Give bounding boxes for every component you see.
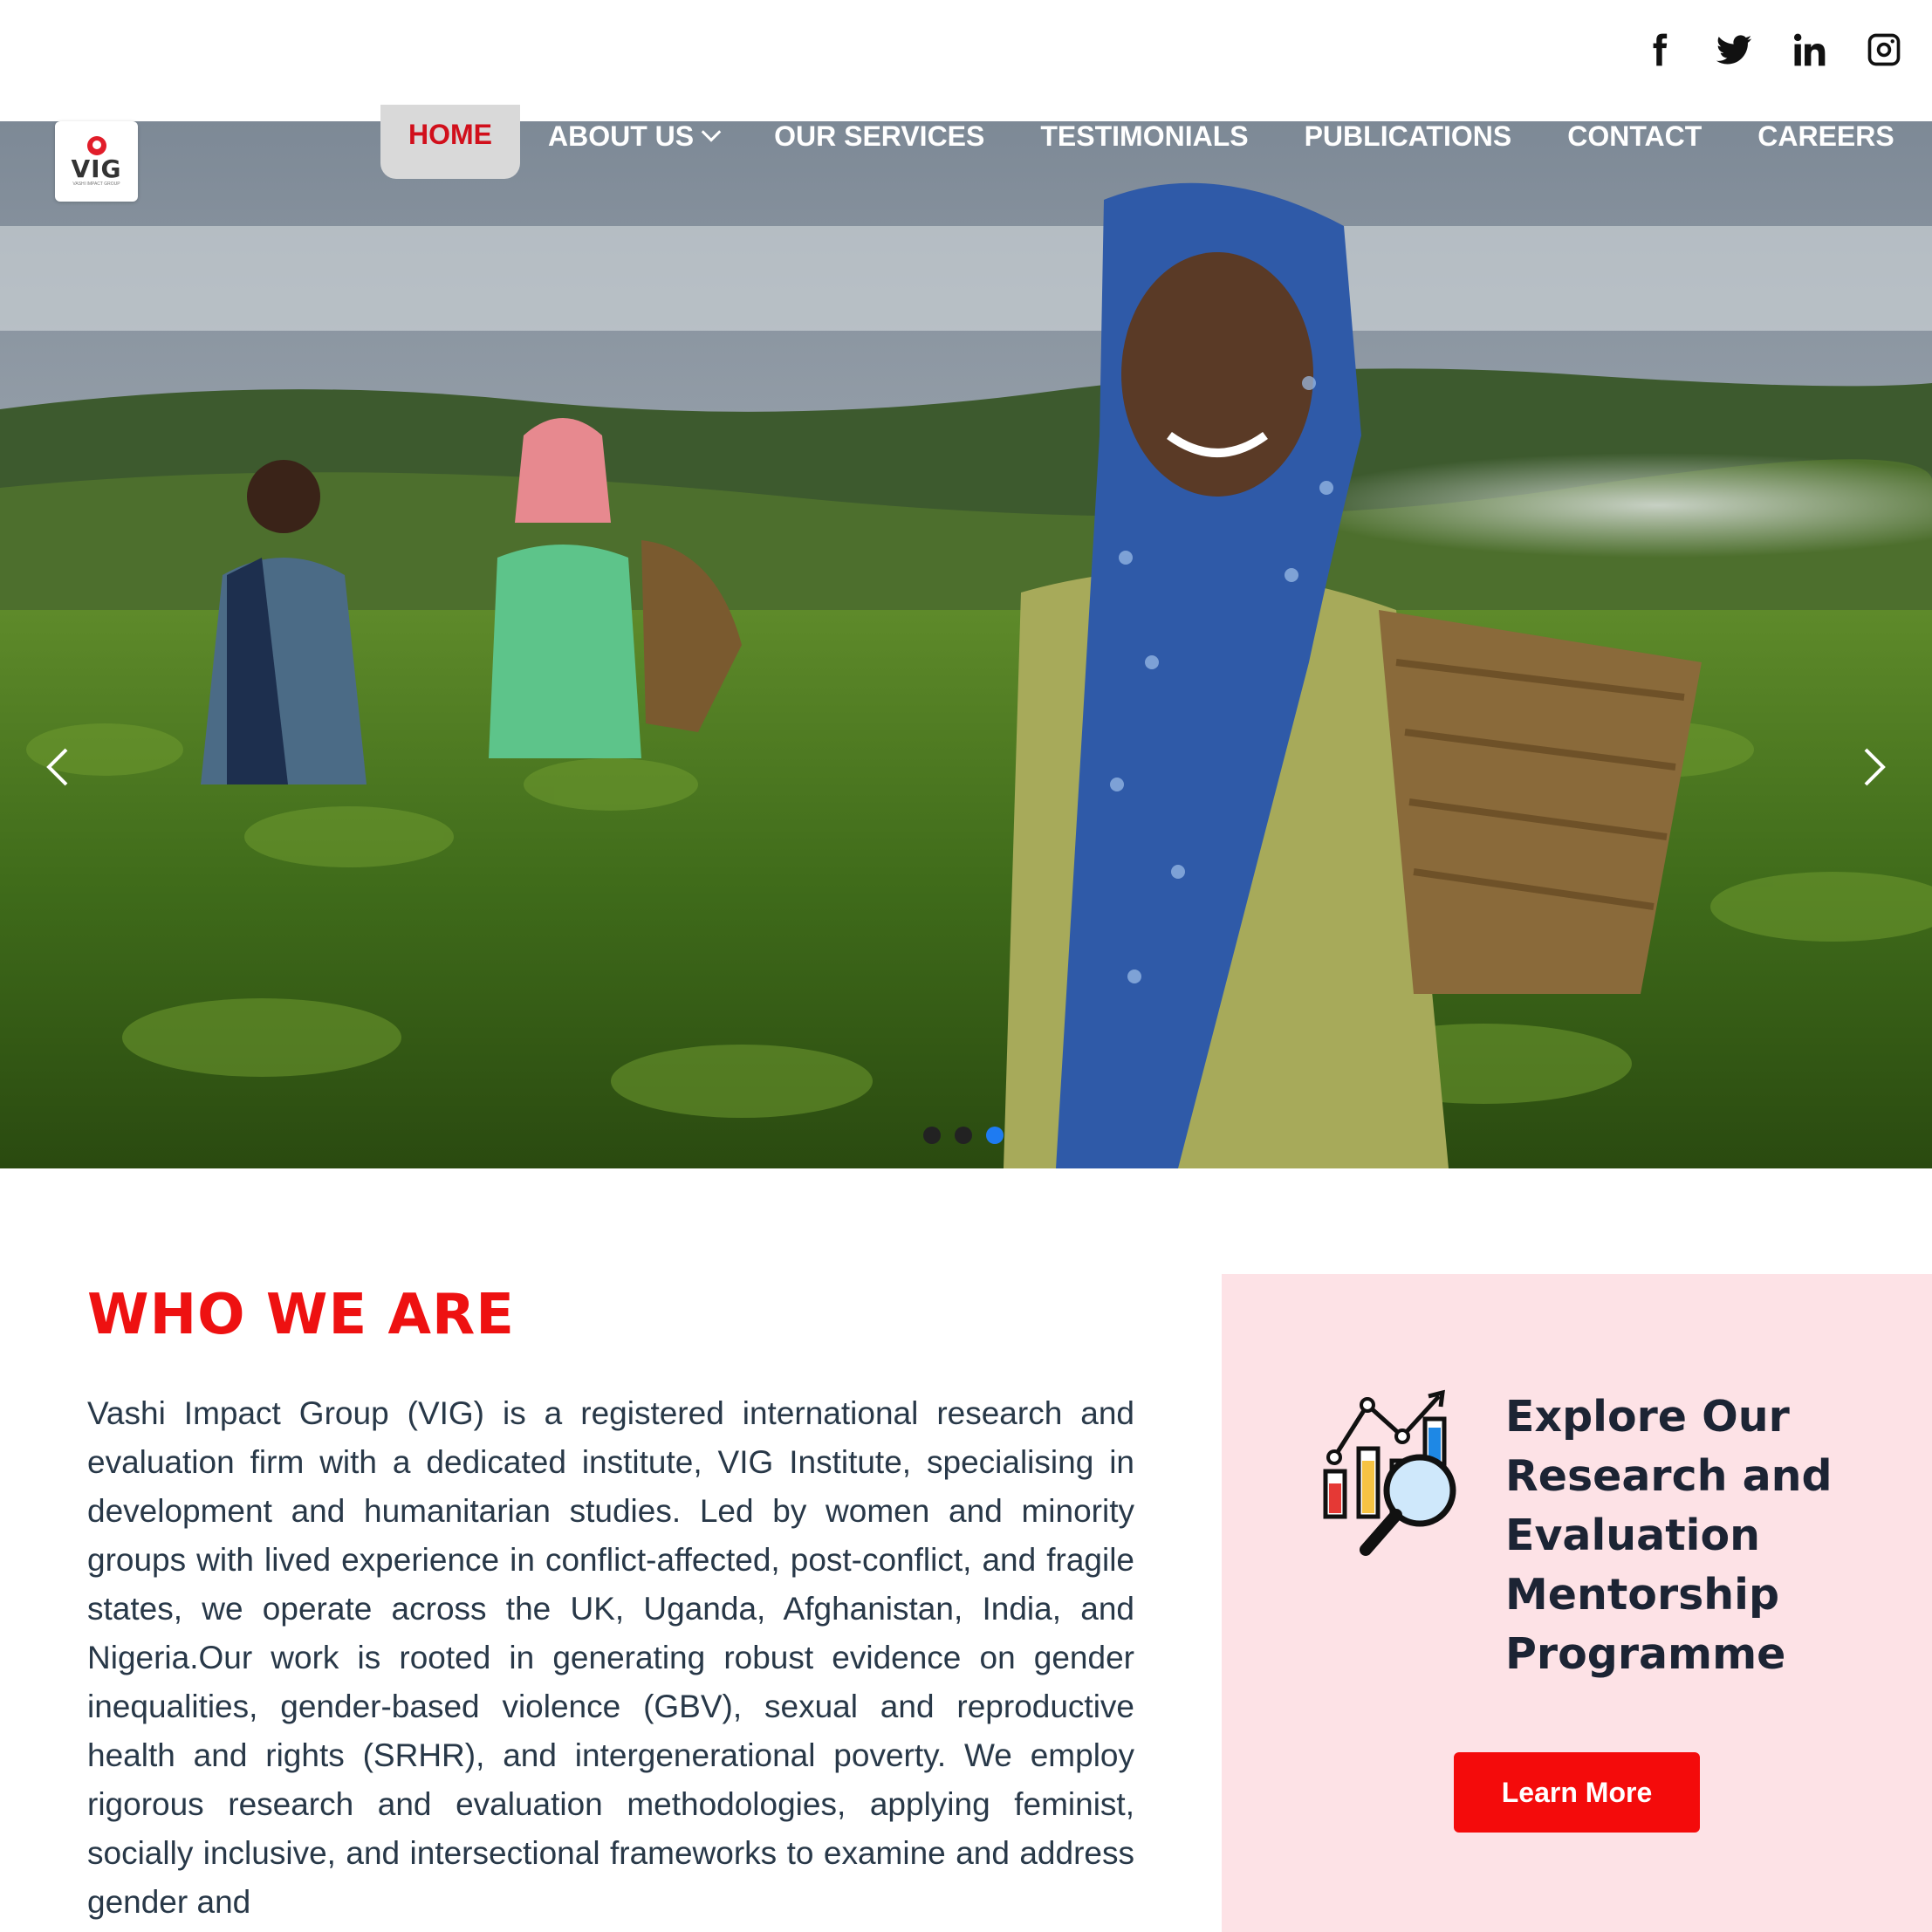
nav-about-us[interactable]: ABOUT US — [520, 105, 746, 170]
logo-mark-icon — [86, 136, 106, 155]
who-we-are-heading: WHO WE ARE — [87, 1283, 515, 1347]
mentorship-card: Explore Our Research and Evaluation Ment… — [1222, 1274, 1932, 1932]
who-we-are-body: Vashi Impact Group (VIG) is a registered… — [87, 1395, 1134, 1920]
site-logo[interactable]: VIG VASHI IMPACT GROUP — [55, 121, 138, 202]
who-we-are-section: WHO WE ARE Vashi Impact Group (VIG) is a… — [87, 1283, 1134, 1927]
twitter-icon[interactable] — [1714, 30, 1754, 70]
nav-about-us-label: ABOUT US — [548, 120, 695, 152]
facebook-icon[interactable] — [1639, 30, 1679, 70]
carousel-dot-1[interactable] — [923, 1127, 941, 1144]
nav-testimonials-label: TESTIMONIALS — [1040, 120, 1249, 152]
nav-contact-label: CONTACT — [1567, 120, 1702, 152]
chevron-down-icon — [701, 121, 722, 142]
nav-careers[interactable]: CAREERS — [1730, 105, 1922, 170]
carousel-prev-button[interactable] — [35, 737, 80, 797]
hero-carousel — [0, 121, 1932, 1168]
carousel-indicators — [923, 1127, 1004, 1144]
nav-home[interactable]: HOME — [380, 105, 520, 179]
nav-our-services[interactable]: OUR SERVICES — [746, 105, 1012, 170]
carousel-dot-2[interactable] — [955, 1127, 972, 1144]
nav-publications[interactable]: PUBLICATIONS — [1277, 105, 1540, 170]
nav-contact[interactable]: CONTACT — [1539, 105, 1730, 170]
carousel-dot-3[interactable] — [986, 1127, 1004, 1144]
logo-text: VIG — [71, 154, 122, 183]
nav-home-label: HOME — [408, 119, 492, 150]
instagram-icon[interactable] — [1864, 30, 1904, 70]
linkedin-icon[interactable] — [1789, 30, 1829, 70]
analytics-magnifier-icon — [1323, 1389, 1456, 1556]
social-links — [1639, 30, 1904, 70]
mentorship-title: Explore Our Research and Evaluation Ment… — [1505, 1392, 1833, 1679]
main-nav: HOME ABOUT US OUR SERVICES TESTIMONIALS … — [380, 105, 1922, 179]
nav-publications-label: PUBLICATIONS — [1304, 120, 1512, 152]
chevron-right-icon — [1864, 748, 1886, 786]
carousel-next-button[interactable] — [1852, 737, 1897, 797]
hero-image — [0, 121, 1932, 1168]
nav-testimonials[interactable]: TESTIMONIALS — [1012, 105, 1276, 170]
logo-subtext: VASHI IMPACT GROUP — [72, 182, 120, 187]
nav-careers-label: CAREERS — [1757, 120, 1894, 152]
learn-more-button[interactable]: Learn More — [1454, 1752, 1700, 1833]
chevron-left-icon — [46, 748, 68, 786]
top-bar — [0, 0, 1932, 121]
nav-our-services-label: OUR SERVICES — [774, 120, 985, 152]
